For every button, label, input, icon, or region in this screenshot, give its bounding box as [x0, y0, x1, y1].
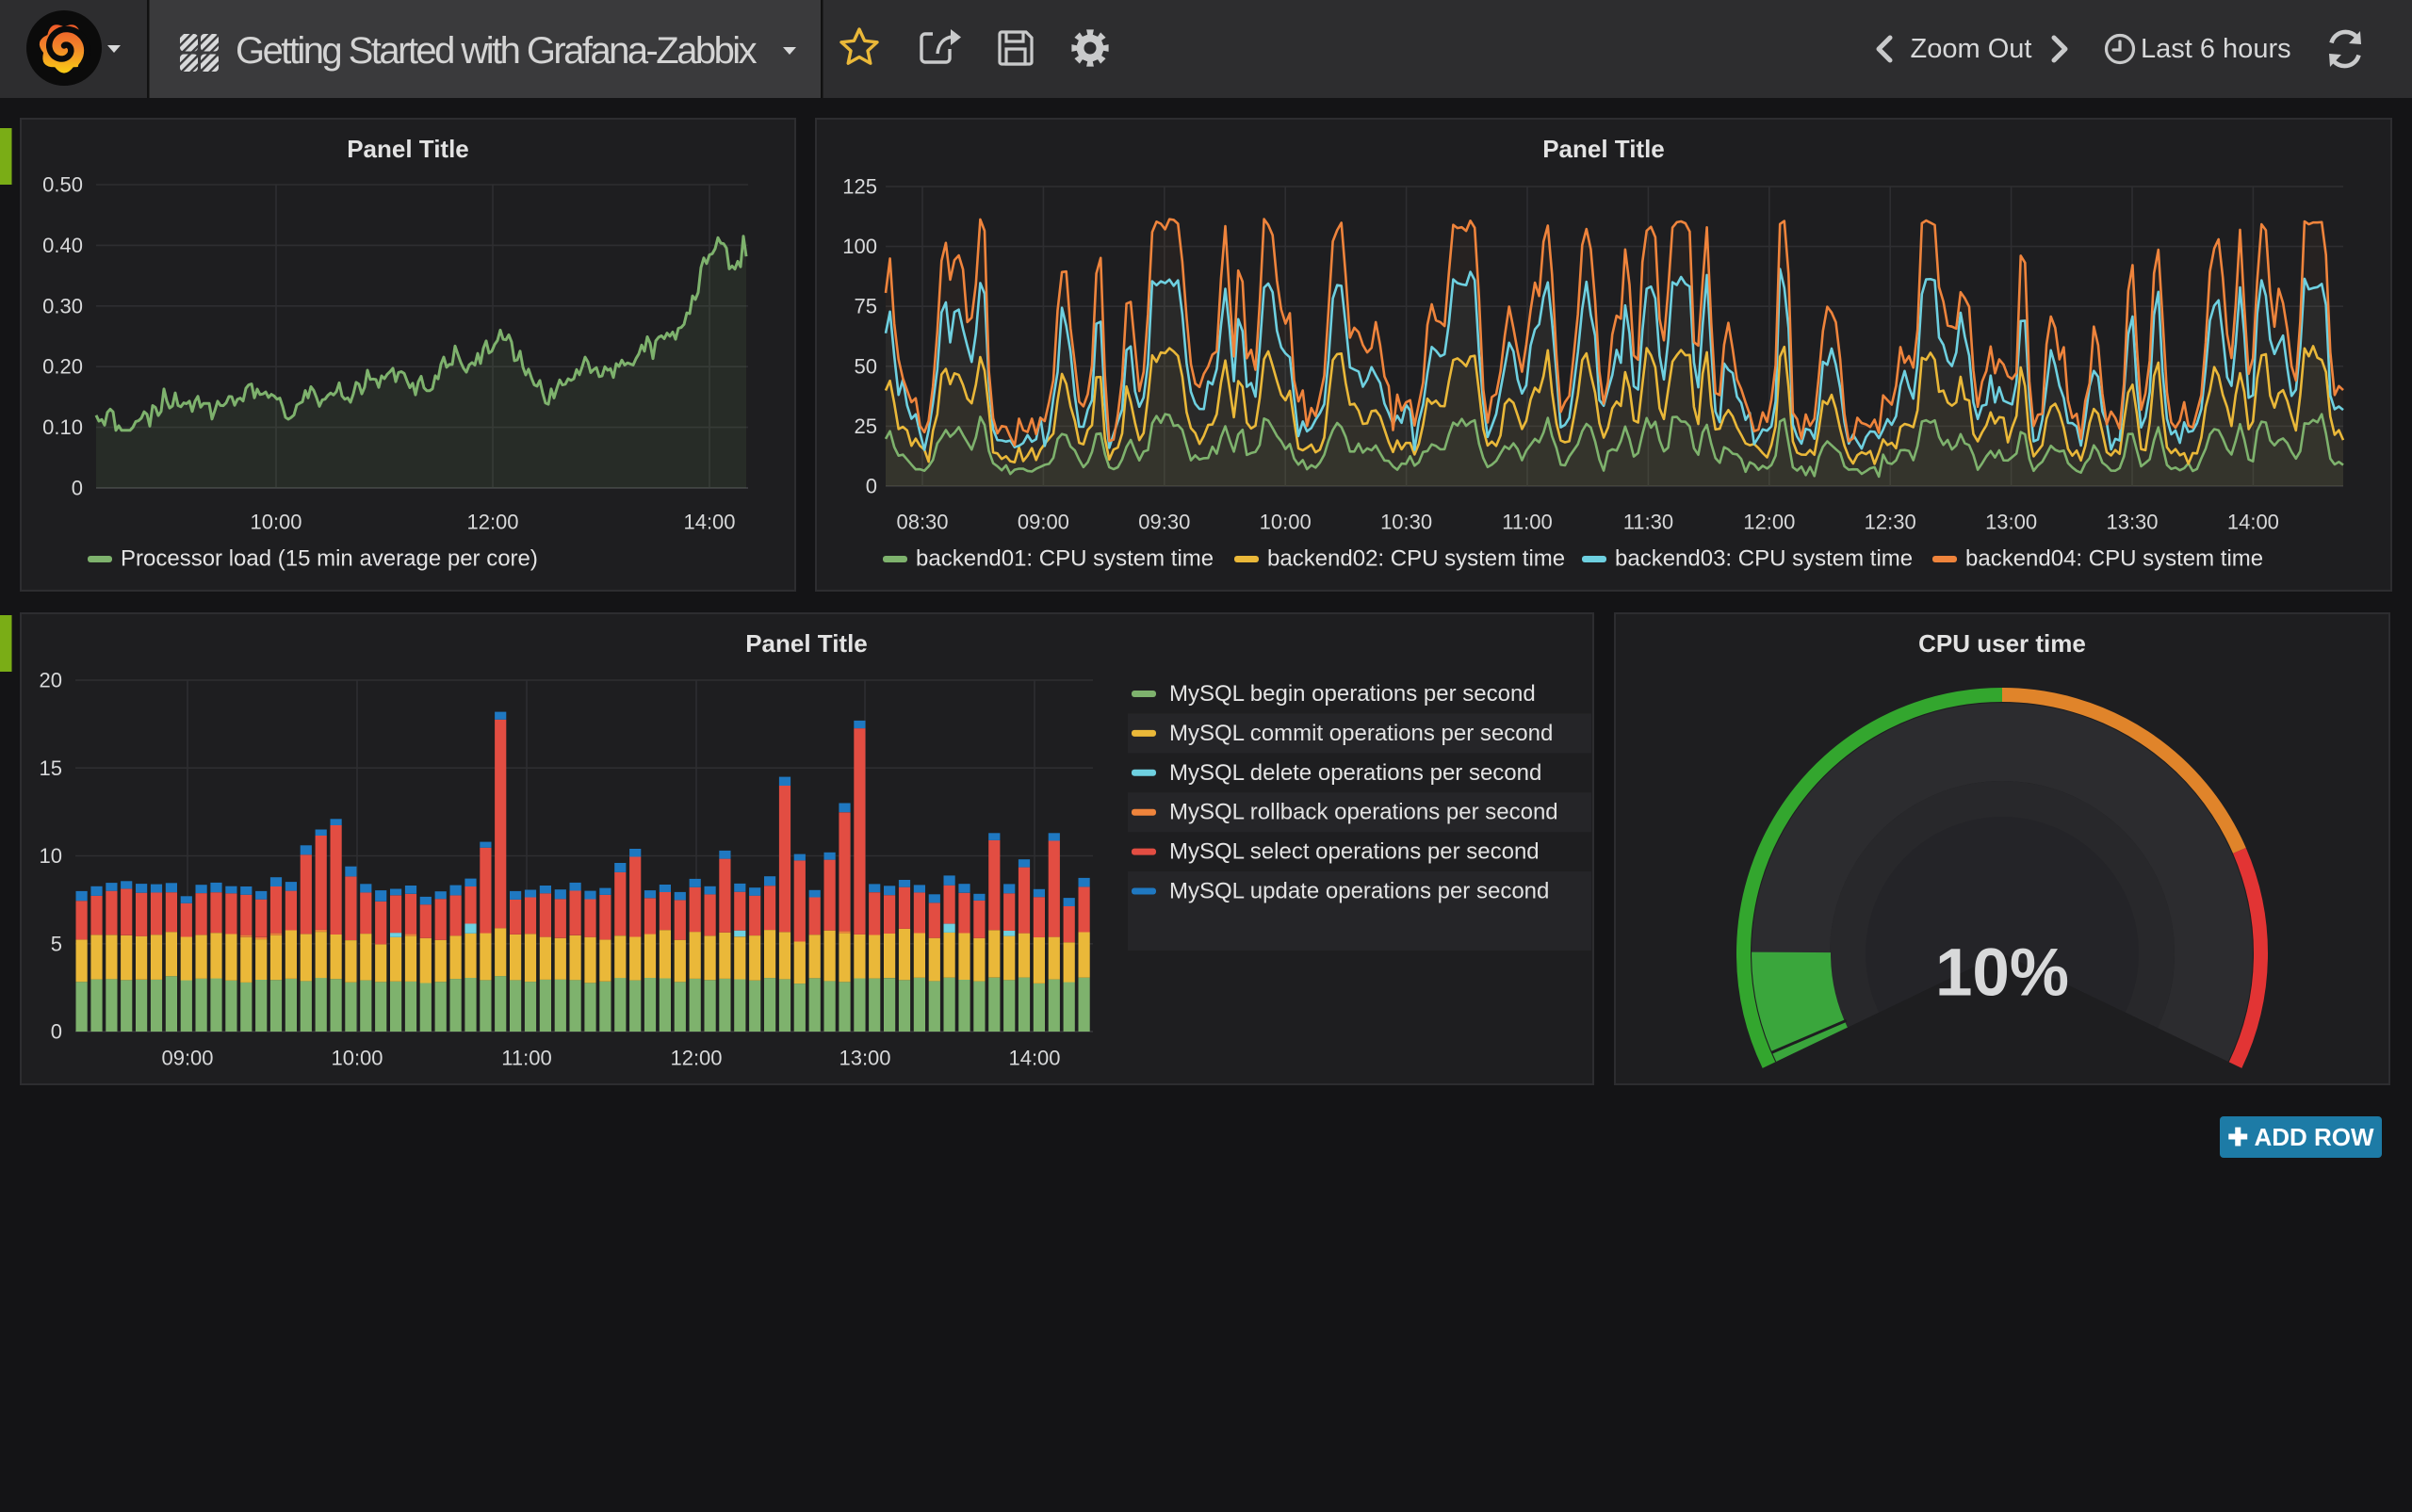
- svg-text:50: 50: [855, 354, 877, 378]
- svg-text:10:00: 10:00: [1260, 511, 1312, 534]
- svg-text:MySQL rollback operations per: MySQL rollback operations per second: [1169, 800, 1558, 825]
- svg-text:25: 25: [855, 415, 877, 438]
- svg-text:backend02: CPU system time: backend02: CPU system time: [1267, 546, 1565, 572]
- svg-text:12:30: 12:30: [1865, 511, 1916, 534]
- svg-text:0.40: 0.40: [42, 234, 83, 257]
- svg-text:Zoom Out: Zoom Out: [1911, 34, 2032, 64]
- svg-text:10%: 10%: [1935, 936, 2069, 1011]
- svg-text:09:00: 09:00: [161, 1047, 213, 1070]
- svg-text:75: 75: [855, 295, 877, 318]
- svg-text:20: 20: [40, 669, 62, 692]
- svg-text:5: 5: [51, 932, 62, 955]
- svg-text:100: 100: [842, 235, 877, 258]
- svg-text:0.10: 0.10: [42, 415, 83, 439]
- svg-text:MySQL begin operations per sec: MySQL begin operations per second: [1169, 681, 1536, 707]
- svg-text:11:00: 11:00: [501, 1047, 551, 1070]
- svg-text:08:30: 08:30: [896, 511, 948, 534]
- svg-text:MySQL commit operations per se: MySQL commit operations per second: [1169, 721, 1553, 746]
- svg-text:MySQL delete operations per se: MySQL delete operations per second: [1169, 760, 1541, 786]
- svg-text:10: 10: [40, 844, 62, 868]
- svg-text:Processor load (15 min average: Processor load (15 min average per core): [121, 546, 538, 572]
- svg-text:14:00: 14:00: [1008, 1047, 1060, 1070]
- svg-text:backend04: CPU system time: backend04: CPU system time: [1965, 546, 2263, 572]
- svg-text:14:00: 14:00: [2227, 511, 2279, 534]
- svg-text:14:00: 14:00: [683, 511, 735, 534]
- svg-text:0.30: 0.30: [42, 294, 83, 317]
- svg-text:MySQL select operations per se: MySQL select operations per second: [1169, 839, 1540, 865]
- svg-text:Getting Started with Grafana-Z: Getting Started with Grafana-Zabbix: [236, 30, 758, 72]
- svg-text:backend03: CPU system time: backend03: CPU system time: [1615, 546, 1913, 572]
- svg-text:09:00: 09:00: [1018, 511, 1069, 534]
- svg-text:12:00: 12:00: [466, 511, 518, 534]
- svg-text:0: 0: [72, 477, 83, 500]
- svg-text:0: 0: [51, 1020, 62, 1044]
- svg-text:09:30: 09:30: [1138, 511, 1190, 534]
- svg-text:MySQL update operations per se: MySQL update operations per second: [1169, 879, 1549, 904]
- svg-text:✚ ADD ROW: ✚ ADD ROW: [2227, 1123, 2374, 1151]
- svg-text:10:00: 10:00: [331, 1047, 383, 1070]
- svg-text:10:30: 10:30: [1380, 511, 1432, 534]
- svg-text:11:00: 11:00: [1502, 511, 1552, 534]
- svg-text:Panel Title: Panel Title: [347, 135, 469, 163]
- svg-text:backend01: CPU system time: backend01: CPU system time: [916, 546, 1214, 572]
- svg-text:CPU user time: CPU user time: [1918, 629, 2086, 658]
- svg-text:10:00: 10:00: [250, 511, 302, 534]
- svg-text:0.50: 0.50: [42, 173, 83, 197]
- svg-text:13:00: 13:00: [1985, 511, 2037, 534]
- svg-text:13:00: 13:00: [839, 1047, 890, 1070]
- svg-text:Last 6 hours: Last 6 hours: [2141, 34, 2291, 64]
- svg-text:12:00: 12:00: [1743, 511, 1795, 534]
- svg-text:Panel Title: Panel Title: [745, 629, 868, 658]
- svg-text:0: 0: [866, 475, 877, 498]
- svg-text:Panel Title: Panel Title: [1542, 135, 1665, 163]
- svg-text:11:30: 11:30: [1623, 511, 1673, 534]
- svg-text:13:30: 13:30: [2106, 511, 2158, 534]
- svg-text:125: 125: [842, 175, 877, 199]
- svg-text:0.20: 0.20: [42, 355, 83, 379]
- svg-text:12:00: 12:00: [670, 1047, 722, 1070]
- svg-text:15: 15: [40, 756, 62, 780]
